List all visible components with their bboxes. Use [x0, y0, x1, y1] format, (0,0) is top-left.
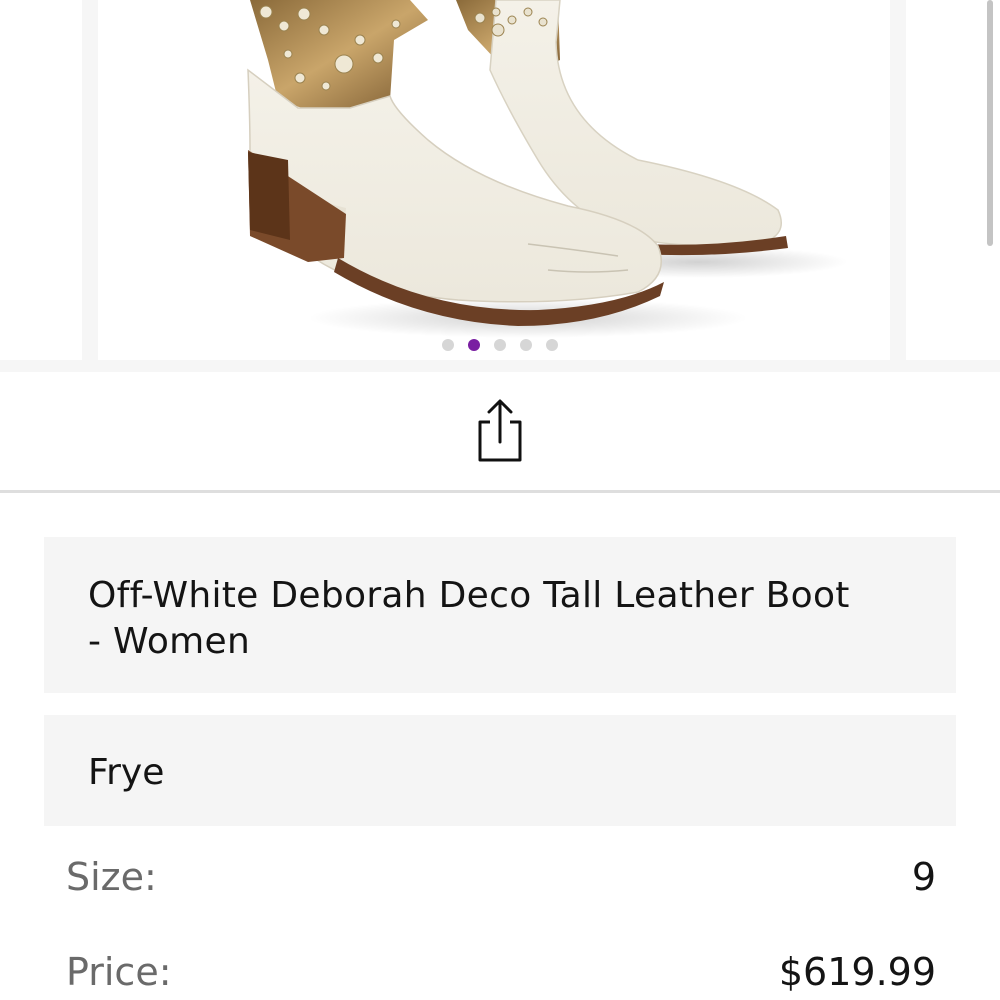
brand-card[interactable]: Frye — [44, 715, 956, 826]
price-row: Price: $619.99 — [66, 947, 936, 997]
product-title-line-1: Off-White Deborah Deco Tall Leather Boot — [88, 575, 850, 616]
pagination-dot[interactable] — [442, 339, 454, 351]
product-image[interactable] — [98, 0, 890, 360]
share-button[interactable] — [474, 398, 526, 464]
product-image-carousel[interactable] — [0, 0, 1000, 372]
size-row: Size: 9 — [66, 852, 936, 902]
previous-slide-peek[interactable] — [0, 0, 82, 360]
product-title: Off-White Deborah Deco Tall Leather Boot… — [88, 573, 888, 665]
share-bar — [0, 374, 1000, 493]
brand-name[interactable]: Frye — [88, 751, 164, 795]
pagination-dot[interactable] — [520, 339, 532, 351]
size-value: 9 — [911, 855, 936, 899]
product-title-line-2: - Women — [88, 621, 251, 662]
pagination-dot-active[interactable] — [468, 339, 480, 351]
pagination-dot[interactable] — [494, 339, 506, 351]
carousel-pagination — [0, 339, 1000, 353]
boot-product-photo — [247, 0, 848, 338]
next-slide-peek[interactable] — [906, 0, 1000, 360]
scrollbar[interactable] — [987, 0, 993, 246]
share-icon — [478, 399, 522, 462]
product-title-card: Off-White Deborah Deco Tall Leather Boot… — [44, 537, 956, 693]
price-label: Price: — [66, 950, 172, 994]
price-value: $619.99 — [778, 950, 936, 994]
pagination-dot[interactable] — [546, 339, 558, 351]
size-label: Size: — [66, 855, 157, 899]
